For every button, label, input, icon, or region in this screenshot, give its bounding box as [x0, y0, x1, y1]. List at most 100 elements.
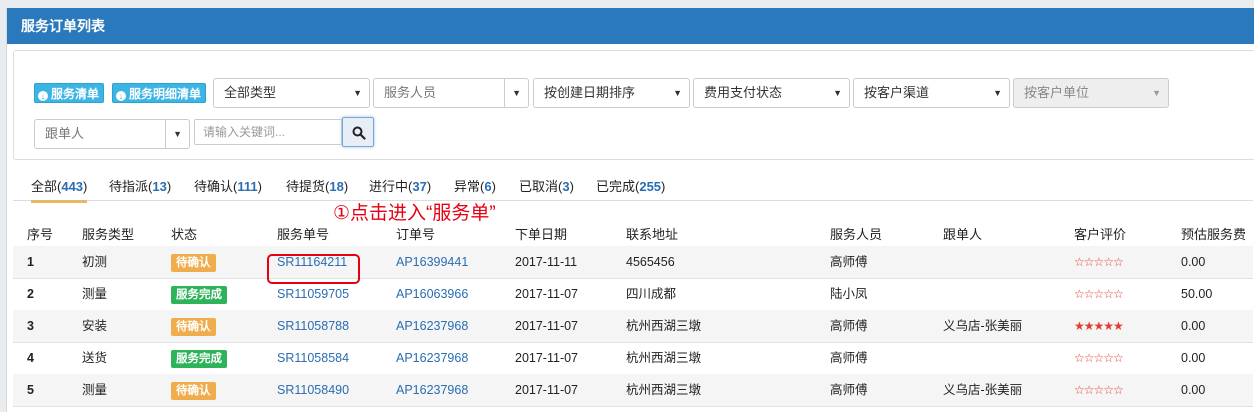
order-number-link[interactable]: AP16399441 [396, 246, 468, 278]
tab-in-progress[interactable]: 进行中(37) [369, 176, 431, 200]
cell-idx: 5 [27, 383, 34, 397]
caret-down-icon: ▼ [1152, 88, 1161, 98]
col-header: 订单号 [396, 227, 436, 242]
cell-address: 杭州西湖三墩 [626, 383, 702, 397]
cell-type: 安装 [82, 319, 108, 333]
caret-down-icon: ▼ [512, 88, 521, 98]
cell-type: 送货 [82, 351, 108, 365]
col-header: 序号 [27, 227, 54, 242]
status-badge: 服务完成 [171, 350, 227, 368]
cell-staff: 高师傅 [830, 319, 868, 333]
search-icon [352, 126, 366, 140]
annotation-callout: ①点击进入“服务单” [333, 203, 496, 224]
tab-pending-assign[interactable]: 待指派(13) [109, 176, 171, 200]
cell-fee: 50.00 [1181, 287, 1213, 301]
cell-address: 杭州西湖三墩 [626, 319, 702, 333]
table-row: 5 测量 待确认 SR11058490 AP16237968 2017-11-07 杭州西湖… [13, 374, 1253, 407]
service-detail-list-button[interactable]: ↓ 服务明细清单 [112, 83, 207, 103]
cell-idx: 4 [27, 351, 34, 365]
cell-follower: 义乌店-张美丽 [943, 383, 1023, 397]
sort-select[interactable]: 按创建日期排序 ▼ [533, 78, 690, 108]
cell-date: 2017-11-07 [515, 351, 579, 365]
rating-stars: ☆☆☆☆☆ [1074, 255, 1124, 269]
channel-select[interactable]: 按客户渠道 ▼ [853, 78, 1010, 108]
search-button[interactable] [342, 117, 374, 147]
col-header: 预估服务费 [1181, 227, 1247, 242]
cell-date: 2017-11-11 [515, 255, 578, 269]
status-badge: 服务完成 [171, 286, 227, 304]
status-badge: 待确认 [171, 382, 216, 400]
table-header: 序号 服务类型 状态 服务单号 订单号 下单日期 联系地址 服务人员 跟单人 客… [13, 214, 1253, 248]
tab-pending-confirm[interactable]: 待确认(111) [194, 176, 262, 200]
cell-date: 2017-11-07 [515, 287, 579, 301]
cell-address: 4565456 [626, 255, 675, 269]
staff-select[interactable]: 服务人员 ▼ [373, 78, 529, 108]
rating-stars: ☆☆☆☆☆ [1074, 287, 1124, 301]
highlight-box [267, 254, 360, 284]
col-header: 状态 [171, 227, 198, 242]
order-number-link[interactable]: AP16063966 [396, 278, 468, 310]
col-header: 服务单号 [277, 227, 330, 242]
type-select[interactable]: 全部类型 ▼ [213, 78, 370, 108]
rating-stars: ☆☆☆☆☆ [1074, 383, 1124, 397]
col-header: 客户评价 [1074, 227, 1127, 242]
keyword-search-input[interactable]: 请输入关键词... [194, 119, 342, 145]
tab-all[interactable]: 全部(443) [31, 176, 88, 203]
follower-select[interactable]: 跟单人 ▼ [34, 119, 190, 149]
service-number-link[interactable]: SR11058584 [277, 342, 349, 374]
table-row: 2 测量 服务完成 SR11059705 AP16063966 2017-11-07 四川成… [13, 278, 1253, 311]
tab-pending-pickup[interactable]: 待提货(18) [286, 176, 348, 200]
download-icon: ↓ [116, 91, 126, 101]
cell-staff: 陆小凤 [830, 287, 868, 301]
col-header: 下单日期 [515, 227, 568, 242]
status-badge: 待确认 [171, 254, 216, 272]
cell-staff: 高师傅 [830, 351, 868, 365]
caret-down-icon: ▼ [173, 129, 182, 139]
cell-idx: 3 [27, 319, 34, 333]
status-badge: 待确认 [171, 318, 216, 336]
payment-status-select[interactable]: 费用支付状态 ▼ [693, 78, 850, 108]
col-header: 服务人员 [830, 227, 883, 242]
table-row: 3 安装 待确认 SR11058788 AP16237968 2017-11-07 杭州西湖… [13, 310, 1253, 343]
caret-down-icon: ▼ [673, 88, 682, 98]
col-header: 服务类型 [82, 227, 135, 242]
cell-fee: 0.00 [1181, 351, 1206, 365]
download-icon: ↓ [38, 91, 48, 101]
caret-down-icon: ▼ [353, 88, 362, 98]
cell-follower: 义乌店-张美丽 [943, 319, 1023, 333]
cell-type: 测量 [82, 383, 108, 397]
rating-stars: ★★★★★ [1074, 319, 1124, 333]
cell-staff: 高师傅 [830, 383, 868, 397]
cell-type: 测量 [82, 287, 108, 301]
rating-stars: ☆☆☆☆☆ [1074, 351, 1124, 365]
caret-down-icon: ▼ [833, 88, 842, 98]
table-row: 1 初测 待确认 SR11164211 AP16399441 2017-11-11 4565… [13, 246, 1253, 279]
status-tabs: 全部(443) 待指派(13) 待确认(111) 待提货(18) 进行中(37)… [13, 170, 1253, 203]
service-number-link[interactable]: SR11058788 [277, 310, 349, 342]
cell-address: 杭州西湖三墩 [626, 351, 702, 365]
cell-fee: 0.00 [1181, 383, 1206, 397]
panel-title: 服务订单列表 [7, 8, 1254, 44]
cell-idx: 1 [27, 255, 34, 269]
cell-type: 初测 [82, 255, 108, 269]
cell-fee: 0.00 [1181, 319, 1206, 333]
col-header: 联系地址 [626, 227, 679, 242]
tab-exception[interactable]: 异常(6) [454, 176, 496, 200]
cell-date: 2017-11-07 [515, 383, 579, 397]
service-list-button[interactable]: ↓ 服务清单 [34, 83, 105, 103]
cell-staff: 高师傅 [830, 255, 868, 269]
cell-fee: 0.00 [1181, 255, 1206, 269]
tab-cancelled[interactable]: 已取消(3) [519, 176, 574, 200]
service-number-link[interactable]: SR11058490 [277, 374, 349, 406]
caret-down-icon: ▼ [993, 88, 1002, 98]
table-row: 4 送货 服务完成 SR11058584 AP16237968 2017-11-07 杭州西… [13, 342, 1253, 375]
order-number-link[interactable]: AP16237968 [396, 374, 468, 406]
order-number-link[interactable]: AP16237968 [396, 310, 468, 342]
tab-completed[interactable]: 已完成(255) [596, 176, 665, 200]
order-number-link[interactable]: AP16237968 [396, 342, 468, 374]
cell-date: 2017-11-07 [515, 319, 579, 333]
cell-idx: 2 [27, 287, 34, 301]
col-header: 跟单人 [943, 227, 983, 242]
filter-box: ↓ 服务清单 ↓ 服务明细清单 全部类型 ▼ 服务人员 ▼ 按创建日期排序 ▼ 费用支付状… [13, 50, 1254, 160]
cell-address: 四川成都 [626, 287, 677, 301]
